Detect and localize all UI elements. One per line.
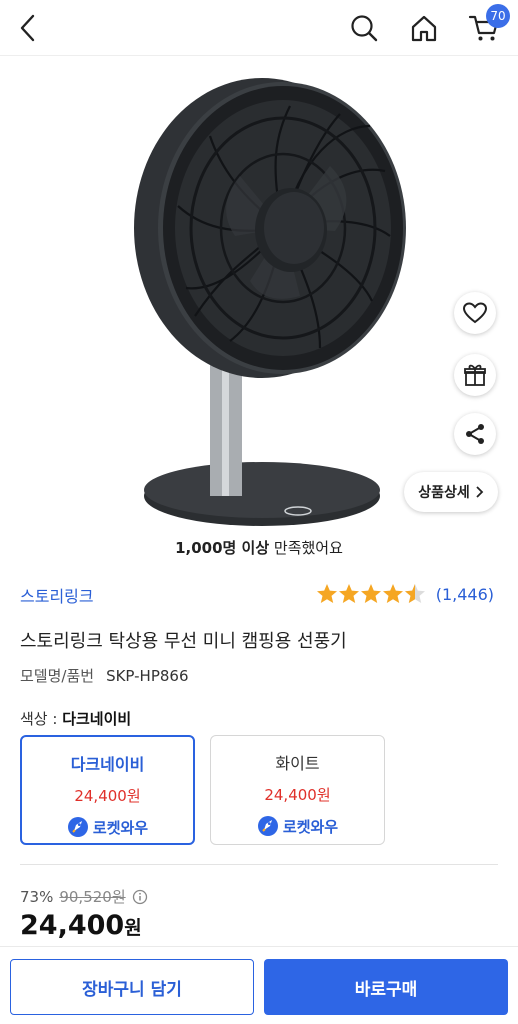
model-label: 모델명/품번 [20,667,95,685]
rocket-icon [257,816,278,836]
original-price: 90,520원 [59,888,126,906]
model-info: 모델명/품번 SKP-HP866 [20,665,189,686]
review-count[interactable]: (1,446) [436,585,494,604]
final-price: 24,400원 [20,910,142,941]
search-button[interactable] [344,8,384,48]
back-arrow-icon [20,14,35,42]
share-icon [466,424,484,444]
color-label: 색상 : 다크네이비 [20,708,131,729]
wishlist-button[interactable] [454,292,496,334]
star-rating-icon [316,584,425,603]
home-icon [411,15,437,42]
satisfaction-text: 1,000명 이상 만족했어요 [0,537,518,558]
color-option-dark-navy[interactable]: 다크네이비 24,400원 로켓와우 [20,735,195,845]
color-label-prefix: 색상 : [20,710,63,728]
search-icon [351,15,378,42]
buy-now-button[interactable]: 바로구매 [264,959,508,1015]
rocket-wow-badge: 로켓와우 [211,815,384,837]
rating-summary[interactable]: (1,446) [316,583,494,605]
option-name: 화이트 [275,754,320,773]
final-price-unit: 원 [124,917,142,939]
model-value: SKP-HP866 [106,667,189,685]
back-button[interactable] [8,8,48,48]
gift-icon [464,364,486,386]
product-detail-button[interactable]: 상품상세 [404,472,498,512]
product-detail-label: 상품상세 [418,485,470,501]
product-title: 스토리링크 탁상용 무선 미니 캠핑용 선풍기 [20,631,347,652]
discount-rate: 73% [20,887,54,906]
satisfaction-bold: 1,000명 이상 [175,539,270,557]
final-price-number: 24,400 [20,910,125,941]
rocket-icon [67,817,88,837]
rocket-wow-label: 로켓와우 [282,817,339,836]
add-to-cart-button[interactable]: 장바구니 담기 [10,959,254,1015]
brand-link[interactable]: 스토리링크 [20,583,94,607]
gift-button[interactable] [454,354,496,396]
bottom-action-bar: 장바구니 담기 바로구매 [0,946,518,1024]
product-image-area[interactable] [0,56,518,530]
color-option-white[interactable]: 화이트 24,400원 로켓와우 [210,735,385,845]
share-button[interactable] [454,413,496,455]
heart-icon [463,302,487,324]
chevron-right-icon [476,486,484,498]
option-price: 24,400원 [74,787,141,805]
top-app-bar: 70 [0,0,518,56]
info-icon[interactable] [132,889,148,905]
cart-count-badge: 70 [486,4,510,28]
home-button[interactable] [404,8,444,48]
color-selected-value: 다크네이비 [62,710,132,728]
rocket-wow-label: 로켓와우 [92,818,149,837]
section-divider [20,864,498,865]
option-name: 다크네이비 [70,755,145,774]
discount-row: 73% 90,520원 [20,886,148,907]
rocket-wow-badge: 로켓와우 [22,816,193,838]
cart-button[interactable]: 70 [464,4,510,48]
satisfaction-rest: 만족했어요 [269,539,343,557]
product-image-fan [134,78,406,526]
option-price: 24,400원 [264,786,331,804]
